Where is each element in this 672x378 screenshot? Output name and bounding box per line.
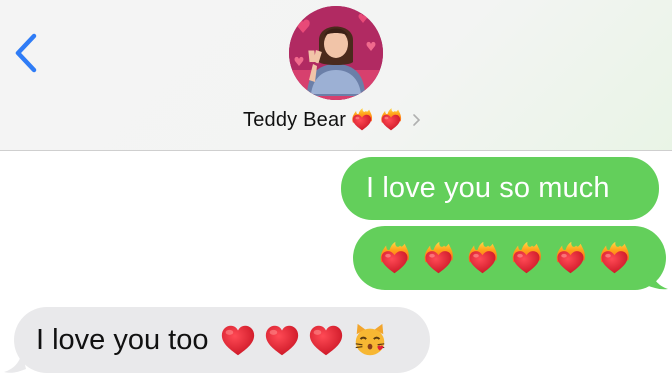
heart-on-fire-icon: [552, 240, 589, 277]
conversation-header: Teddy Bear: [0, 0, 672, 151]
emoji-row: [219, 321, 389, 359]
red-heart-icon: [263, 321, 301, 359]
contact-photo: [289, 6, 383, 100]
red-heart-icon: [219, 321, 257, 359]
chevron-left-icon: [15, 33, 37, 73]
message-bubble-received[interactable]: I love you too: [14, 307, 430, 373]
kissing-cat-icon: [351, 321, 389, 359]
heart-on-fire-icon: [420, 240, 457, 277]
message-bubble-sent[interactable]: [353, 226, 666, 290]
red-heart-icon: [307, 321, 345, 359]
heart-on-fire-icon: [378, 107, 404, 133]
sent-bubble-tail: [646, 268, 668, 290]
heart-on-fire-icon: [376, 240, 413, 277]
heart-on-fire-icon: [508, 240, 545, 277]
message-text: I love you so much: [366, 172, 610, 204]
heart-on-fire-icon: [596, 240, 633, 277]
message-bubble-sent[interactable]: I love you so much: [341, 157, 659, 220]
contact-info-link[interactable]: Teddy Bear: [243, 104, 421, 136]
chevron-right-icon: [413, 114, 421, 126]
emoji-row: [376, 240, 633, 277]
avatar[interactable]: [289, 6, 383, 100]
heart-on-fire-icon: [464, 240, 501, 277]
message-text: I love you too: [36, 323, 209, 356]
heart-on-fire-icon: [349, 107, 375, 133]
received-bubble-tail: [4, 352, 26, 373]
back-button[interactable]: [10, 30, 44, 76]
contact-name: Teddy Bear: [243, 108, 347, 131]
